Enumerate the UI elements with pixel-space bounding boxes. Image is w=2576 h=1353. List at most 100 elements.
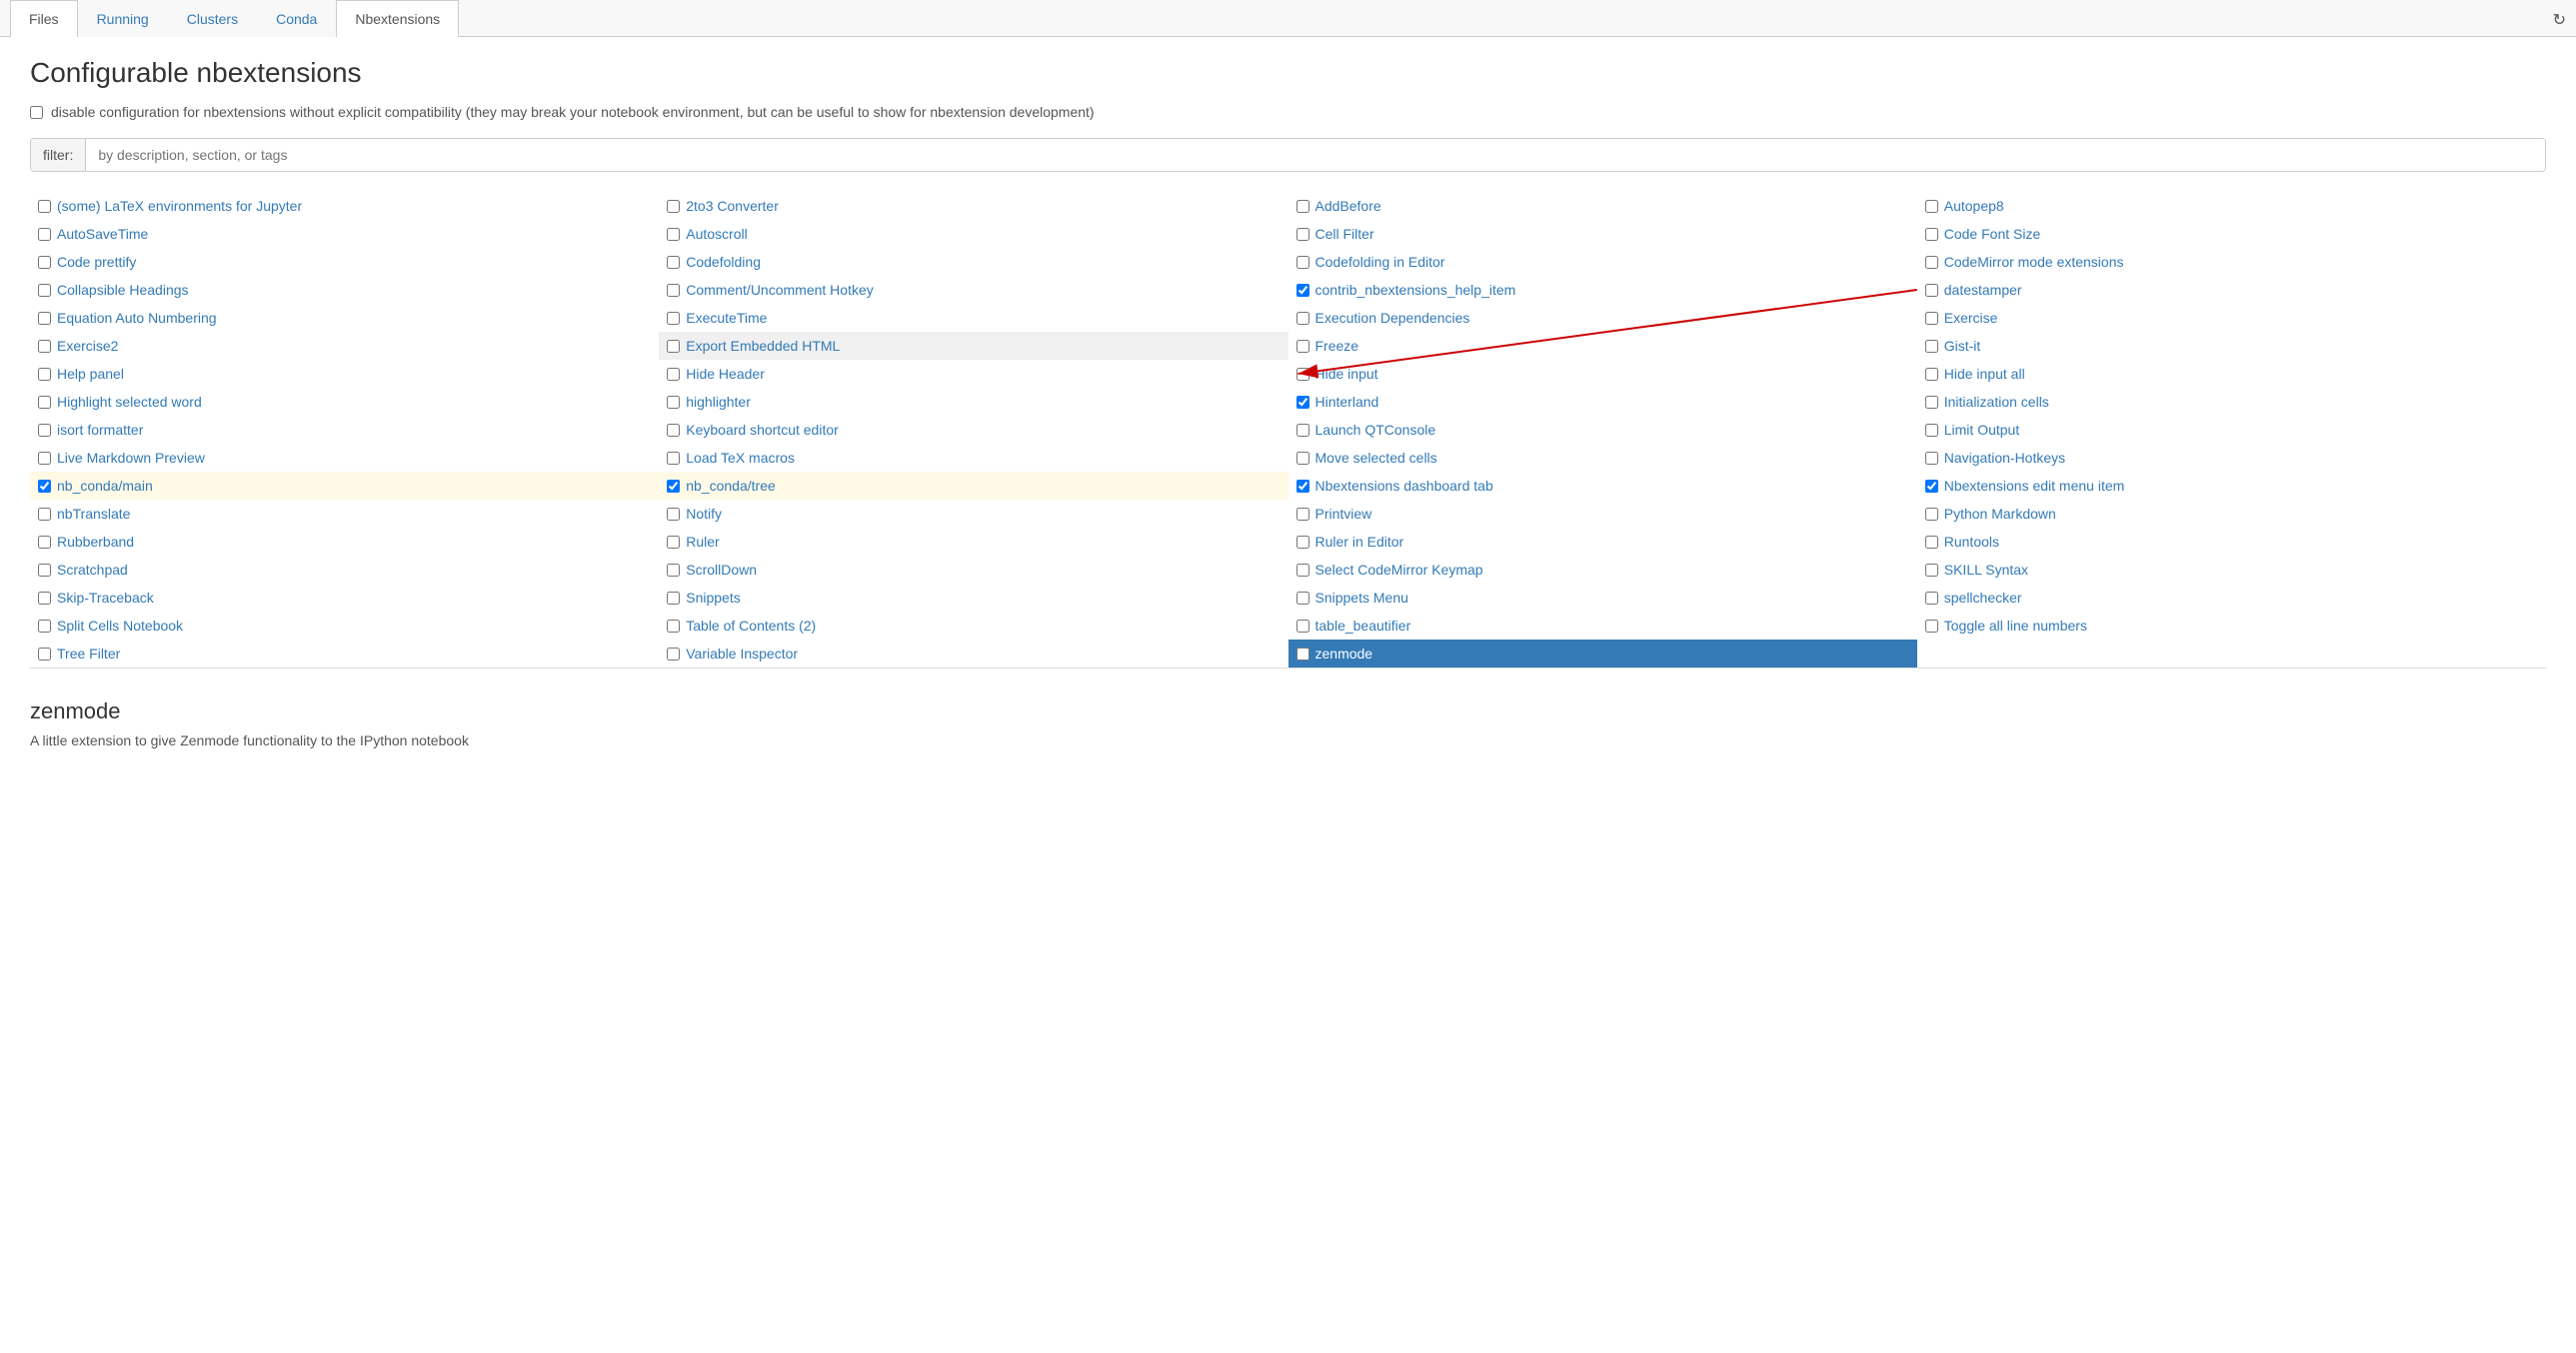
ext-item-code-prettify[interactable]: Code prettify xyxy=(30,248,659,276)
ext-item-help-panel[interactable]: Help panel xyxy=(30,360,659,388)
ext-checkbox-some-latex[interactable] xyxy=(38,200,51,213)
ext-item-move-cells[interactable]: Move selected cells xyxy=(1288,444,1917,472)
ext-checkbox-collapsible-headings[interactable] xyxy=(38,284,51,297)
ext-item-scrolldown[interactable]: ScrollDown xyxy=(659,556,1288,584)
ext-item-isort[interactable]: isort formatter xyxy=(30,416,659,444)
ext-checkbox-code-prettify[interactable] xyxy=(38,256,51,269)
ext-checkbox-init-cells[interactable] xyxy=(1925,396,1938,409)
ext-item-skip-traceback[interactable]: Skip-Traceback xyxy=(30,584,659,612)
ext-checkbox-split-cells[interactable] xyxy=(38,620,51,633)
tab-files[interactable]: Files xyxy=(10,0,78,37)
ext-item-launch-qtconsole[interactable]: Launch QTConsole xyxy=(1288,416,1917,444)
ext-checkbox-export-embedded[interactable] xyxy=(667,340,680,353)
ext-checkbox-tree-filter[interactable] xyxy=(38,648,51,661)
ext-item-comment-uncomment[interactable]: Comment/Uncomment Hotkey xyxy=(659,276,1288,304)
ext-checkbox-gist-it[interactable] xyxy=(1925,340,1938,353)
ext-item-contrib-nbextensions[interactable]: contrib_nbextensions_help_item xyxy=(1288,276,1917,304)
ext-item-spellchecker[interactable]: spellchecker xyxy=(1917,584,2546,612)
ext-item-equation-auto[interactable]: Equation Auto Numbering xyxy=(30,304,659,332)
ext-item-autosavetime[interactable]: AutoSaveTime xyxy=(30,220,659,248)
tab-clusters[interactable]: Clusters xyxy=(168,0,257,37)
ext-checkbox-freeze[interactable] xyxy=(1296,340,1309,353)
ext-checkbox-cell-filter[interactable] xyxy=(1296,228,1309,241)
ext-checkbox-scratchpad[interactable] xyxy=(38,564,51,577)
ext-checkbox-hide-header[interactable] xyxy=(667,368,680,381)
ext-item-table-of-contents[interactable]: Table of Contents (2) xyxy=(659,612,1288,640)
ext-checkbox-help-panel[interactable] xyxy=(38,368,51,381)
tab-conda[interactable]: Conda xyxy=(257,0,336,37)
ext-checkbox-isort[interactable] xyxy=(38,424,51,437)
ext-item-ruler-in-editor[interactable]: Ruler in Editor xyxy=(1288,528,1917,556)
ext-checkbox-scrolldown[interactable] xyxy=(667,564,680,577)
ext-item-table-beautifier[interactable]: table_beautifier xyxy=(1288,612,1917,640)
ext-checkbox-executetime[interactable] xyxy=(667,312,680,325)
ext-item-variable-inspector[interactable]: Variable Inspector xyxy=(659,640,1288,668)
ext-item-rubberband[interactable]: Rubberband xyxy=(30,528,659,556)
ext-checkbox-codefolding-editor[interactable] xyxy=(1296,256,1309,269)
tab-nbextensions[interactable]: Nbextensions xyxy=(336,0,459,37)
ext-item-code-font-size[interactable]: Code Font Size xyxy=(1917,220,2546,248)
ext-checkbox-snippets-menu[interactable] xyxy=(1296,592,1309,605)
ext-checkbox-table-beautifier[interactable] xyxy=(1296,620,1309,633)
ext-checkbox-spellchecker[interactable] xyxy=(1925,592,1938,605)
ext-checkbox-table-of-contents[interactable] xyxy=(667,620,680,633)
ext-checkbox-notify[interactable] xyxy=(667,508,680,521)
ext-item-notify[interactable]: Notify xyxy=(659,500,1288,528)
ext-item-printview[interactable]: Printview xyxy=(1288,500,1917,528)
ext-item-split-cells[interactable]: Split Cells Notebook xyxy=(30,612,659,640)
ext-checkbox-autosavetime[interactable] xyxy=(38,228,51,241)
ext-checkbox-load-tex[interactable] xyxy=(667,452,680,465)
ext-checkbox-ruler[interactable] xyxy=(667,536,680,549)
ext-item-navigation-hotkeys[interactable]: Navigation-Hotkeys xyxy=(1917,444,2546,472)
ext-item-executetime[interactable]: ExecuteTime xyxy=(659,304,1288,332)
ext-item-toggle-line-numbers[interactable]: Toggle all line numbers xyxy=(1917,612,2546,640)
ext-checkbox-zenmode[interactable] xyxy=(1296,648,1309,661)
ext-checkbox-execution-deps[interactable] xyxy=(1296,312,1309,325)
tab-running[interactable]: Running xyxy=(78,0,168,37)
filter-input[interactable] xyxy=(86,139,2545,171)
ext-checkbox-hide-input[interactable] xyxy=(1296,368,1309,381)
ext-checkbox-autoscroll[interactable] xyxy=(667,228,680,241)
ext-item-autopep8[interactable]: Autopep8 xyxy=(1917,192,2546,220)
ext-checkbox-rubberband[interactable] xyxy=(38,536,51,549)
ext-checkbox-nbextensions-edit-menu[interactable] xyxy=(1925,480,1938,493)
ext-checkbox-snippets[interactable] xyxy=(667,592,680,605)
ext-item-nbtranslate[interactable]: nbTranslate xyxy=(30,500,659,528)
ext-checkbox-skip-traceback[interactable] xyxy=(38,592,51,605)
ext-checkbox-launch-qtconsole[interactable] xyxy=(1296,424,1309,437)
ext-checkbox-codefolding[interactable] xyxy=(667,256,680,269)
ext-checkbox-nbextensions-dashboard[interactable] xyxy=(1296,480,1309,493)
ext-checkbox-datestamper[interactable] xyxy=(1925,284,1938,297)
ext-checkbox-exercise[interactable] xyxy=(1925,312,1938,325)
ext-checkbox-addbefore[interactable] xyxy=(1296,200,1309,213)
ext-item-nb-conda-main[interactable]: nb_conda/main xyxy=(30,472,659,500)
ext-checkbox-navigation-hotkeys[interactable] xyxy=(1925,452,1938,465)
ext-item-addbefore[interactable]: AddBefore xyxy=(1288,192,1917,220)
ext-item-exercise[interactable]: Exercise xyxy=(1917,304,2546,332)
ext-item-cell-filter[interactable]: Cell Filter xyxy=(1288,220,1917,248)
ext-item-exercise2[interactable]: Exercise2 xyxy=(30,332,659,360)
ext-item-runtools[interactable]: Runtools xyxy=(1917,528,2546,556)
ext-item-scratchpad[interactable]: Scratchpad xyxy=(30,556,659,584)
ext-checkbox-equation-auto[interactable] xyxy=(38,312,51,325)
ext-item-nbextensions-edit-menu[interactable]: Nbextensions edit menu item xyxy=(1917,472,2546,500)
ext-checkbox-skill-syntax[interactable] xyxy=(1925,564,1938,577)
ext-item-hide-input[interactable]: Hide input xyxy=(1288,360,1917,388)
ext-item-2to3[interactable]: 2to3 Converter xyxy=(659,192,1288,220)
ext-item-hide-header[interactable]: Hide Header xyxy=(659,360,1288,388)
refresh-button[interactable]: ↻ xyxy=(2553,10,2566,30)
ext-checkbox-live-markdown[interactable] xyxy=(38,452,51,465)
ext-item-codefolding[interactable]: Codefolding xyxy=(659,248,1288,276)
ext-checkbox-hinterland[interactable] xyxy=(1296,396,1309,409)
ext-checkbox-printview[interactable] xyxy=(1296,508,1309,521)
ext-checkbox-highlighter[interactable] xyxy=(667,396,680,409)
ext-item-snippets[interactable]: Snippets xyxy=(659,584,1288,612)
ext-checkbox-codemirror-mode[interactable] xyxy=(1925,256,1938,269)
ext-item-execution-deps[interactable]: Execution Dependencies xyxy=(1288,304,1917,332)
ext-item-nbextensions-dashboard[interactable]: Nbextensions dashboard tab xyxy=(1288,472,1917,500)
ext-item-highlighter[interactable]: highlighter xyxy=(659,388,1288,416)
ext-item-nb-conda-tree[interactable]: nb_conda/tree xyxy=(659,472,1288,500)
ext-item-keyboard-shortcut[interactable]: Keyboard shortcut editor xyxy=(659,416,1288,444)
ext-checkbox-code-font-size[interactable] xyxy=(1925,228,1938,241)
ext-checkbox-python-markdown[interactable] xyxy=(1925,508,1938,521)
